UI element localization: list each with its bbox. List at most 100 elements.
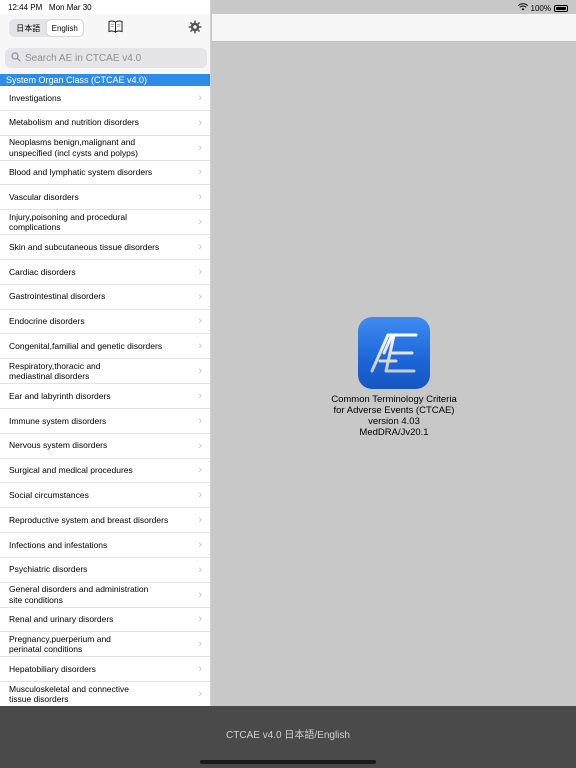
sidebar-item-label: Cardiac disorders	[9, 266, 76, 277]
sidebar-item-label: Gastrointestinal disorders	[9, 291, 106, 302]
chevron-right-icon: ›	[198, 464, 202, 477]
chevron-right-icon: ›	[198, 389, 202, 402]
home-indicator[interactable]	[200, 760, 376, 764]
detail-toolbar-divider	[212, 41, 576, 42]
sidebar-item-label: Ear and labyrinth disorders	[9, 390, 111, 401]
chevron-right-icon: ›	[198, 513, 202, 526]
chevron-right-icon: ›	[198, 613, 202, 626]
sidebar-item-label: Musculoskeletal and connective tissue di…	[9, 683, 130, 705]
sidebar-item[interactable]: General disorders and administration sit…	[0, 583, 210, 608]
status-time: 12:44 PM Mon Mar 30	[8, 3, 92, 12]
book-icon[interactable]	[108, 20, 123, 33]
sidebar-item-label: Metabolism and nutrition disorders	[9, 117, 139, 128]
sidebar-item[interactable]: Surgical and medical procedures ›	[0, 459, 210, 484]
gear-icon[interactable]	[188, 20, 202, 34]
sidebar-item[interactable]: Reproductive system and breast disorders…	[0, 508, 210, 533]
sidebar-item[interactable]: Nervous system disorders ›	[0, 434, 210, 459]
sidebar-item[interactable]: Blood and lymphatic system disorders ›	[0, 161, 210, 186]
battery-percent: 100%	[530, 3, 551, 13]
chevron-right-icon: ›	[198, 191, 202, 204]
app-info-dictionary: MedDRA/Jv20.1	[359, 427, 429, 438]
language-segmented-control: 日本語 English	[9, 19, 84, 37]
sidebar-item-label: Blood and lymphatic system disorders	[9, 167, 153, 178]
chevron-right-icon: ›	[198, 687, 202, 700]
battery-icon	[554, 4, 568, 12]
detail-toolbar	[212, 14, 576, 42]
chevron-right-icon: ›	[198, 662, 202, 675]
sidebar-item[interactable]: Hepatobiliary disorders ›	[0, 657, 210, 683]
app-info-version: version 4.03	[368, 416, 420, 427]
language-japanese-segment[interactable]: 日本語	[10, 20, 47, 36]
chevron-right-icon: ›	[198, 439, 202, 452]
chevron-right-icon: ›	[198, 364, 202, 377]
app-info-line: Common Terminology Criteria	[331, 394, 457, 405]
footer-label: CTCAE v4.0 日本語/English	[226, 730, 350, 741]
sidebar-item[interactable]: Renal and urinary disorders ›	[0, 608, 210, 633]
search-bar[interactable]	[5, 48, 207, 68]
bottom-bar: CTCAE v4.0 日本語/English	[0, 706, 576, 768]
sidebar-item[interactable]: Psychiatric disorders ›	[0, 558, 210, 583]
chevron-right-icon: ›	[198, 215, 202, 228]
sidebar-toolbar: 日本語 English	[0, 14, 210, 42]
search-container	[0, 42, 210, 74]
chevron-right-icon: ›	[198, 116, 202, 129]
sidebar-item[interactable]: Cardiac disorders ›	[0, 260, 210, 285]
chevron-right-icon: ›	[198, 588, 202, 601]
sidebar-item-label: Endocrine disorders	[9, 316, 85, 327]
chevron-right-icon: ›	[198, 265, 202, 278]
sidebar-item[interactable]: Infections and infestations ›	[0, 533, 210, 558]
sidebar-item-label: Social circumstances	[9, 490, 89, 500]
sidebar-item[interactable]: Musculoskeletal and connective tissue di…	[0, 682, 210, 706]
sidebar-item[interactable]: Congenital,familial and genetic disorder…	[0, 334, 210, 360]
sidebar-item[interactable]: Ear and labyrinth disorders ›	[0, 384, 210, 409]
chevron-right-icon: ›	[198, 340, 202, 353]
sidebar-item-label: Investigations	[9, 92, 61, 103]
sidebar-item[interactable]: Pregnancy,puerperium and perinatal condi…	[0, 632, 210, 658]
sidebar-item[interactable]: Investigations ›	[0, 86, 210, 111]
status-bar: 12:44 PM Mon Mar 30 100%	[0, 0, 576, 14]
sidebar-item-label: Nervous system disorders	[9, 440, 108, 451]
sidebar-item[interactable]: Skin and subcutaneous tissue disorders ›	[0, 235, 210, 260]
chevron-right-icon: ›	[198, 141, 202, 154]
sidebar-item-label: Skin and subcutaneous tissue disorders	[9, 241, 160, 252]
sidebar-item[interactable]: Neoplasms benign,malignant and unspecifi…	[0, 136, 210, 161]
ae-logo-icon	[370, 333, 418, 373]
search-icon	[11, 49, 21, 67]
status-right: 100%	[517, 3, 568, 13]
sidebar-item-label: Congenital,familial and genetic disorder…	[9, 341, 163, 352]
app-info-line: for Adverse Events (CTCAE)	[333, 405, 455, 416]
sidebar: 日本語 English Search AE in CTCAE v4.0 Syst…	[0, 0, 211, 706]
sidebar-item[interactable]: Respiratory,thoracic and mediastinal dis…	[0, 359, 210, 385]
language-english-segment[interactable]: English	[46, 20, 83, 36]
chevron-right-icon: ›	[198, 240, 202, 253]
sidebar-item[interactable]: Metabolism and nutrition disorders ›	[0, 111, 210, 136]
sidebar-item-label: Reproductive system and breast disorders	[9, 514, 169, 525]
app-info: Common Terminology Criteria for Adverse …	[212, 394, 576, 438]
sidebar-item-label: Hepatobiliary disorders	[9, 663, 96, 674]
sidebar-item-label: Neoplasms benign,malignant and unspecifi…	[9, 137, 138, 158]
sidebar-item-label: Psychiatric disorders	[9, 564, 88, 575]
chevron-right-icon: ›	[198, 414, 202, 427]
wifi-icon	[517, 3, 528, 13]
chevron-right-icon: ›	[198, 166, 202, 179]
chevron-right-icon: ›	[198, 290, 202, 303]
sidebar-item-label: Infections and infestations	[9, 539, 108, 550]
sidebar-item-label: Pregnancy,puerperium and perinatal condi…	[9, 633, 111, 655]
sidebar-item[interactable]: Vascular disorders ›	[0, 185, 210, 211]
organ-class-list: Investigations › Metabolism and nutrition …	[0, 86, 210, 706]
chevron-right-icon: ›	[198, 563, 202, 576]
sidebar-item[interactable]: Gastrointestinal disorders ›	[0, 285, 210, 310]
sidebar-item[interactable]: Injury,poisoning and procedural complica…	[0, 210, 210, 236]
chevron-right-icon: ›	[198, 489, 202, 501]
sidebar-item[interactable]: Immune system disorders ›	[0, 409, 210, 434]
chevron-right-icon: ›	[198, 638, 202, 651]
sidebar-item-label: Injury,poisoning and procedural complica…	[9, 211, 127, 233]
sidebar-item-label: Respiratory,thoracic and mediastinal dis…	[9, 360, 101, 382]
chevron-right-icon: ›	[198, 315, 202, 328]
sidebar-item-label: Immune system disorders	[9, 415, 107, 426]
sidebar-item[interactable]: Social circumstances ›	[0, 483, 210, 509]
sidebar-item[interactable]: Endocrine disorders ›	[0, 310, 210, 335]
sidebar-item-label: Vascular disorders	[9, 192, 79, 203]
app-logo	[358, 317, 430, 389]
search-input[interactable]	[25, 52, 205, 64]
